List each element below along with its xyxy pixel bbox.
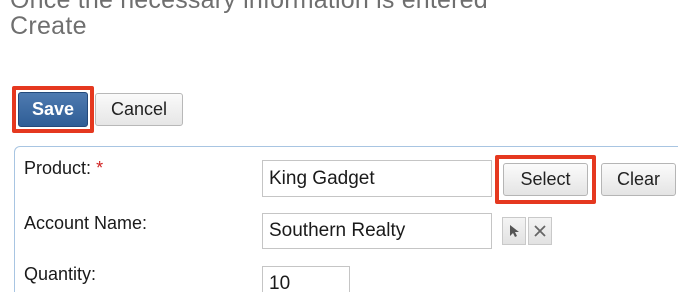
account-select-button[interactable]: [502, 217, 526, 245]
quantity-field[interactable]: 10: [262, 266, 350, 292]
product-clear-button[interactable]: Clear: [601, 163, 676, 196]
x-icon: [534, 225, 546, 237]
account-name-field[interactable]: Southern Realty: [262, 213, 492, 249]
save-button[interactable]: Save: [18, 92, 88, 127]
account-name-label: Account Name:: [24, 213, 148, 233]
cancel-button[interactable]: Cancel: [95, 93, 183, 126]
page-title: Create: [10, 12, 87, 40]
arrow-cursor-icon: [510, 225, 519, 237]
product-label-text: Product:: [24, 158, 92, 178]
product-field[interactable]: King Gadget: [262, 160, 492, 197]
product-label: Product: *: [24, 158, 103, 179]
product-select-button[interactable]: Select: [503, 163, 588, 196]
account-clear-button[interactable]: [528, 217, 552, 245]
create-page: Once the necessary information is entere…: [0, 0, 678, 292]
required-marker: *: [96, 158, 104, 178]
quantity-label: Quantity:: [24, 264, 97, 284]
